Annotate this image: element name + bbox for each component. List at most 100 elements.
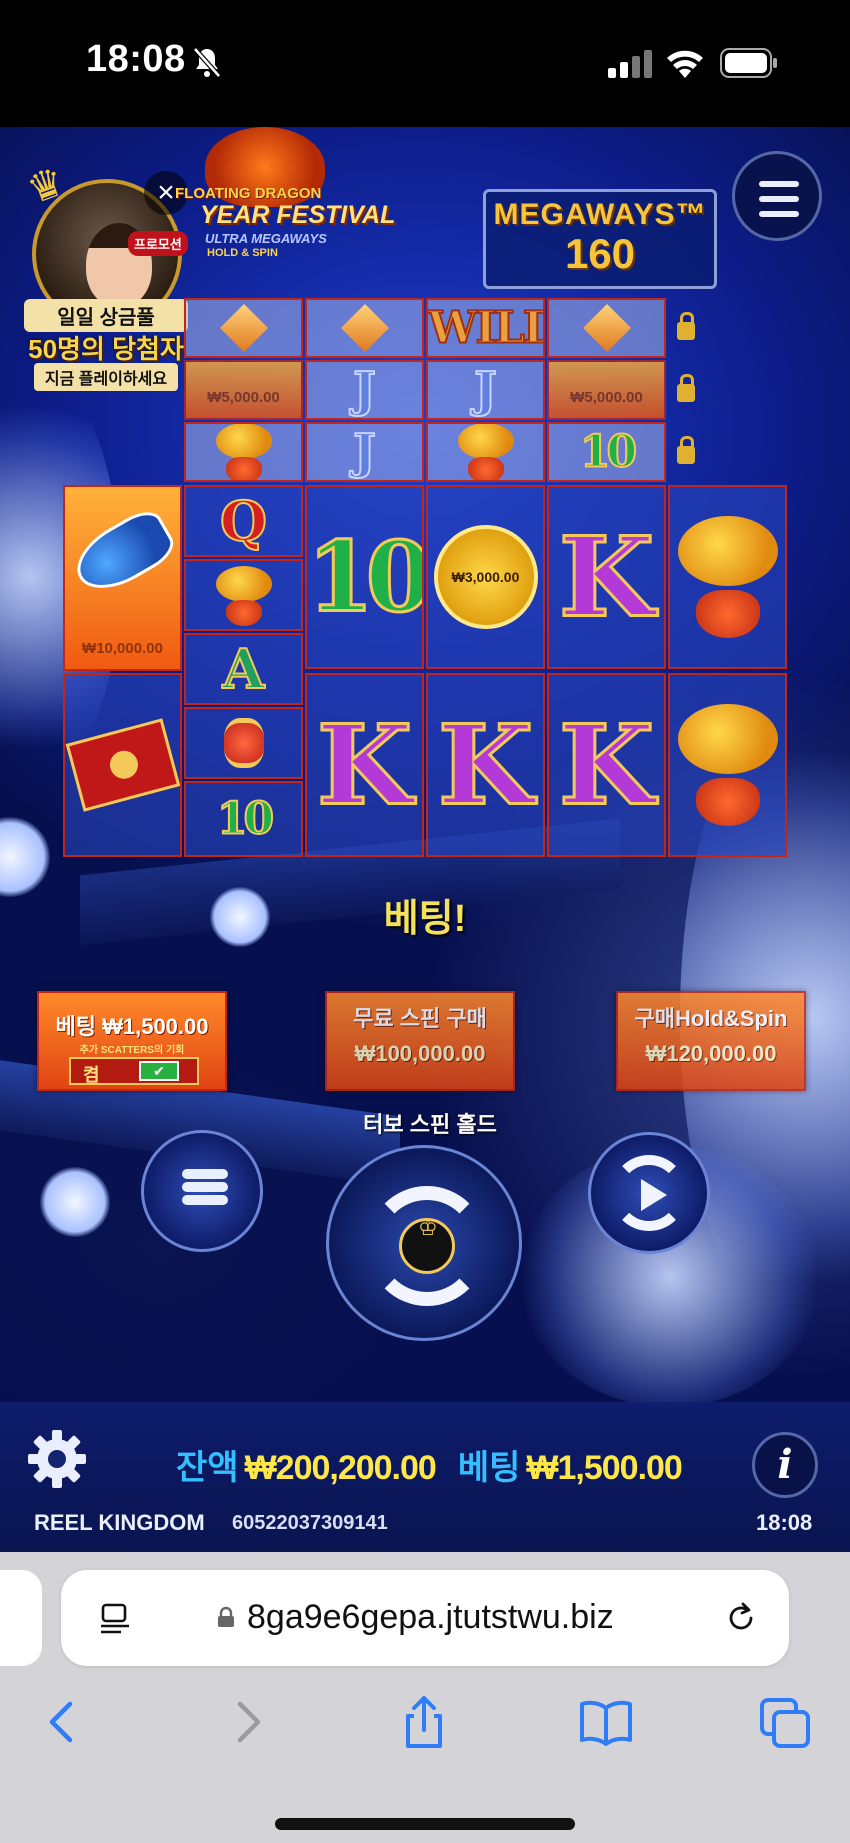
lock-icon [677, 312, 695, 340]
reel-cell [305, 298, 424, 358]
game-clock: 18:08 [756, 1510, 813, 1535]
status-bar: 18:08 [0, 0, 850, 127]
reel-cell: 10 [305, 485, 424, 669]
ante-bet-toggle[interactable]: 켬 ✔ [69, 1057, 199, 1085]
browser-chrome: 8ga9e6gepa.jtutstwu.biz [0, 1552, 850, 1843]
ante-bet-note: 추가 SCATTERS의 기회 [79, 1045, 185, 1056]
slot-game: ♛ × 프로모션 일일 상금풀 50명의 당첨자 지금 플레이하세요 FLOAT… [0, 127, 850, 1552]
j-symbol: J [473, 362, 498, 418]
lantern-light-bottom [40, 1167, 110, 1237]
k-symbol: K [557, 511, 656, 643]
bet-amount-button[interactable] [141, 1130, 263, 1252]
back-icon[interactable] [34, 1692, 94, 1752]
diamond-symbol-icon [340, 303, 389, 353]
reel-cell: J [426, 360, 545, 420]
reel-cell: A [184, 633, 303, 705]
wild-symbol: WILD [428, 302, 543, 355]
a-symbol: A [222, 636, 266, 702]
balance-row: 잔액 ₩200,200.00 베팅 ₩1,500.00 [176, 1440, 704, 1489]
bell-muted-icon [193, 47, 221, 78]
bet-value: ₩1,500.00 [526, 1449, 682, 1487]
reel-cell: ₩5,000.00 [547, 360, 666, 420]
cellular-signal-icon [608, 50, 652, 78]
ape-king-icon [399, 1215, 455, 1274]
red-envelope-symbol-icon [65, 718, 180, 812]
tabs-icon[interactable] [756, 1692, 816, 1752]
buy-free-spins-button[interactable]: 무료 스핀 구매 ₩100,000.00 [325, 991, 515, 1091]
bet-label: 베팅 [457, 1449, 521, 1487]
lock-icon [677, 436, 695, 464]
ante-bet-panel[interactable]: 베팅 ₩1,500.00 추가 SCATTERS의 기회 켬 ✔ [37, 991, 227, 1091]
ante-bet-title: 베팅 ₩1,500.00 [55, 1014, 209, 1039]
address-bar[interactable]: 8ga9e6gepa.jtutstwu.biz [61, 1570, 789, 1666]
game-logo: FLOATING DRAGON YEAR FESTIVAL ULTRA MEGA… [165, 127, 395, 267]
wifi-icon [667, 50, 703, 78]
reel-cell: J [305, 360, 424, 420]
logo-ultra: ULTRA MEGAWAYS [205, 231, 327, 246]
spin-button[interactable] [326, 1145, 522, 1341]
reel-cell [426, 422, 545, 482]
ten-symbol: 10 [307, 519, 424, 635]
promo-winners: 50명의 당첨자 [28, 334, 184, 364]
reel-cell: WILD [426, 298, 545, 358]
cell-value: ₩5,000.00 [570, 389, 643, 406]
buy-hold-spin-button[interactable]: 구매Hold&Spin ₩120,000.00 [616, 991, 806, 1091]
promotion-badge[interactable]: ♛ × 프로모션 일일 상금풀 50명의 당첨자 지금 플레이하세요 [22, 157, 188, 391]
reel-cell: ₩5,000.00 [184, 360, 303, 420]
reel-cell: 10 [184, 781, 303, 857]
checkmark-icon: ✔ [139, 1061, 179, 1081]
buy-free-spins-title: 무료 스핀 구매 [353, 1006, 487, 1031]
lock-icon [677, 374, 695, 402]
play-icon [641, 1179, 667, 1211]
k-symbol: K [315, 699, 414, 831]
k-symbol: K [557, 699, 656, 831]
reel-cell: 10 [547, 422, 666, 482]
reader-mode-icon[interactable] [99, 1602, 131, 1634]
bonsai-symbol-icon [215, 424, 272, 480]
ten-symbol: 10 [579, 426, 638, 479]
hamburger-icon-bar [759, 211, 799, 217]
battery-icon [720, 48, 777, 78]
diamond-symbol-icon [219, 303, 268, 353]
url-text[interactable]: 8ga9e6gepa.jtutstwu.biz [247, 1598, 614, 1637]
provider-name: REEL KINGDOM [34, 1510, 205, 1535]
reel-cell [184, 298, 303, 358]
promo-prize-pool: 일일 상금풀 [24, 299, 188, 332]
turbo-spin-hint: 터보 스핀 홀드 [363, 1112, 497, 1137]
k-symbol: K [436, 699, 535, 831]
logo-hold-spin: HOLD & SPIN [207, 247, 278, 259]
balance-label: 잔액 [176, 1449, 239, 1487]
reel-cell [184, 422, 303, 482]
reel-cell [668, 673, 787, 857]
autoplay-button[interactable] [588, 1132, 710, 1254]
coin-symbol-icon: ₩3,000.00 [433, 525, 538, 629]
forward-icon[interactable] [216, 1692, 276, 1752]
cell-value: ₩5,000.00 [207, 389, 280, 406]
ante-toggle-label: 켬 [83, 1065, 100, 1085]
reel-cell [184, 707, 303, 779]
bonsai-symbol-icon [215, 562, 272, 628]
share-icon[interactable] [394, 1692, 454, 1752]
balance-value: ₩200,200.00 [244, 1449, 437, 1487]
reel-cell: K [547, 673, 666, 857]
j-symbol: J [352, 362, 377, 418]
cell-value: ₩10,000.00 [82, 640, 163, 657]
buy-hold-spin-price: ₩120,000.00 [645, 1041, 777, 1066]
j-symbol: J [352, 424, 377, 480]
buy-hold-spin-title: 구매Hold&Spin [634, 1006, 788, 1031]
info-button[interactable]: i [752, 1432, 818, 1498]
settings-gear-icon[interactable] [26, 1428, 88, 1490]
bookmarks-icon[interactable] [576, 1692, 636, 1752]
home-indicator [275, 1818, 575, 1830]
q-symbol: Q [219, 488, 268, 554]
reel-cell [547, 298, 666, 358]
bonsai-symbol-icon [457, 424, 514, 480]
ten-symbol: 10 [216, 793, 275, 846]
menu-button[interactable] [732, 151, 822, 241]
reel-cell: J [305, 422, 424, 482]
reload-icon[interactable] [723, 1600, 759, 1636]
promo-cta[interactable]: 지금 플레이하세요 [34, 363, 178, 391]
status-message: 베팅! [383, 898, 467, 940]
previous-tab-preview[interactable] [0, 1570, 42, 1666]
reel-cell: ₩10,000.00 [63, 485, 182, 671]
